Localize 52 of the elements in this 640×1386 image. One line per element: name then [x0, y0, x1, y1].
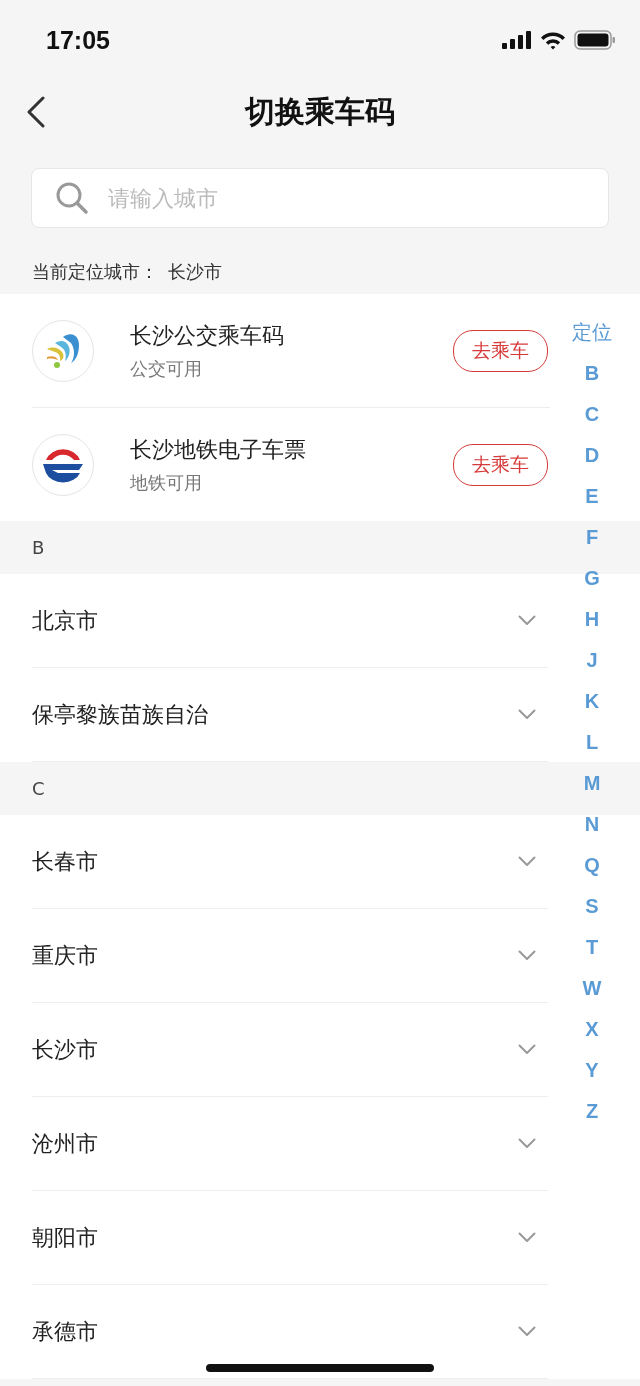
section-letter: C	[32, 778, 45, 799]
section-letter: B	[32, 537, 45, 558]
index-letter[interactable]: Z	[585, 1091, 599, 1132]
city-item[interactable]: 沧州市	[32, 1097, 548, 1191]
ride-button[interactable]: 去乘车	[453, 329, 548, 372]
chevron-down-icon	[518, 1326, 536, 1337]
index-letter[interactable]: K	[584, 681, 600, 722]
search-field[interactable]: 请输入城市	[31, 168, 609, 228]
battery-icon	[574, 30, 616, 50]
index-letter[interactable]: N	[584, 804, 600, 845]
service-note: 地铁可用	[130, 470, 203, 495]
index-letter[interactable]: C	[584, 394, 600, 435]
chevron-down-icon	[518, 1232, 536, 1243]
city-item[interactable]: 长春市	[32, 815, 548, 909]
index-letter[interactable]: S	[585, 886, 599, 927]
index-letter[interactable]: B	[584, 353, 600, 394]
back-icon[interactable]	[26, 96, 46, 128]
index-letter[interactable]: E	[585, 476, 599, 517]
current-city: 长沙市	[168, 260, 222, 284]
index-letter[interactable]: F	[585, 517, 599, 558]
signal-icon	[502, 31, 532, 49]
index-letter[interactable]: H	[584, 599, 600, 640]
chevron-down-icon	[518, 709, 536, 720]
index-letter[interactable]: X	[585, 1009, 599, 1050]
wifi-icon	[540, 30, 566, 50]
index-letter[interactable]: L	[585, 722, 599, 763]
status-time: 17:05	[46, 25, 110, 55]
index-letter[interactable]: T	[585, 927, 599, 968]
service-name: 长沙公交乘车码	[130, 321, 285, 350]
ride-button[interactable]: 去乘车	[453, 443, 548, 486]
index-letter[interactable]: G	[584, 558, 600, 599]
service-name: 长沙地铁电子车票	[130, 435, 307, 464]
chevron-down-icon	[518, 856, 536, 867]
service-note: 公交可用	[130, 356, 203, 381]
current-city-label: 当前定位城市：	[32, 260, 158, 284]
search-icon	[55, 181, 89, 215]
index-letter[interactable]: M	[583, 763, 601, 804]
index-letter[interactable]: D	[584, 435, 600, 476]
city-item[interactable]: 长沙市	[32, 1003, 548, 1097]
chevron-down-icon	[518, 1138, 536, 1149]
index-letter[interactable]: 定位	[572, 312, 612, 353]
page-title: 切换乘车码	[245, 92, 395, 131]
chevron-down-icon	[518, 950, 536, 961]
city-item[interactable]: 北京市	[32, 574, 548, 668]
chevron-down-icon	[518, 1044, 536, 1055]
index-letter[interactable]: W	[582, 968, 602, 1009]
city-item[interactable]: 重庆市	[32, 909, 548, 1003]
index-letter[interactable]: Y	[585, 1050, 599, 1091]
city-item[interactable]: 朝阳市	[32, 1191, 548, 1285]
index-letter[interactable]: J	[586, 640, 598, 681]
index-letter[interactable]: Q	[584, 845, 600, 886]
chevron-down-icon	[518, 615, 536, 626]
